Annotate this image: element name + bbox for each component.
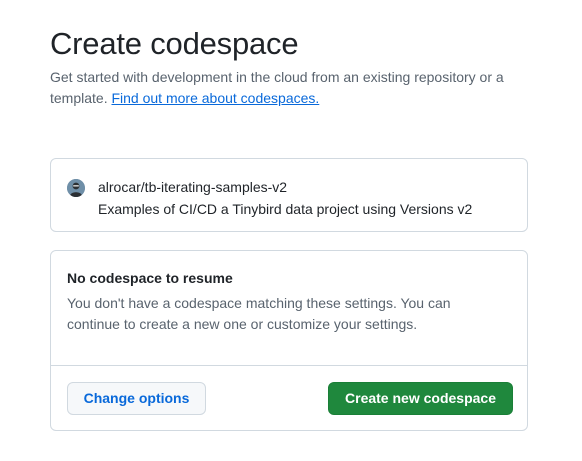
- resume-message: You don't have a codespace matching thes…: [67, 295, 451, 332]
- create-new-codespace-button[interactable]: Create new codespace: [328, 382, 513, 415]
- learn-more-link[interactable]: Find out more about codespaces.: [111, 90, 319, 106]
- repository-name: alrocar/tb-iterating-samples-v2: [98, 179, 288, 195]
- resume-card: No codespace to resume You don't have a …: [50, 250, 528, 431]
- page-subtitle: Get started with development in the clou…: [50, 67, 540, 109]
- card-divider: [51, 365, 527, 366]
- resume-heading: No codespace to resume: [67, 270, 233, 286]
- user-avatar-icon: [67, 179, 85, 197]
- create-codespace-page: Create codespace Get started with develo…: [0, 0, 582, 461]
- change-options-button[interactable]: Change options: [67, 382, 206, 415]
- repository-description: Examples of CI/CD a Tinybird data projec…: [98, 201, 473, 217]
- repository-card[interactable]: alrocar/tb-iterating-samples-v2 Examples…: [50, 158, 528, 232]
- page-title: Create codespace: [50, 26, 299, 61]
